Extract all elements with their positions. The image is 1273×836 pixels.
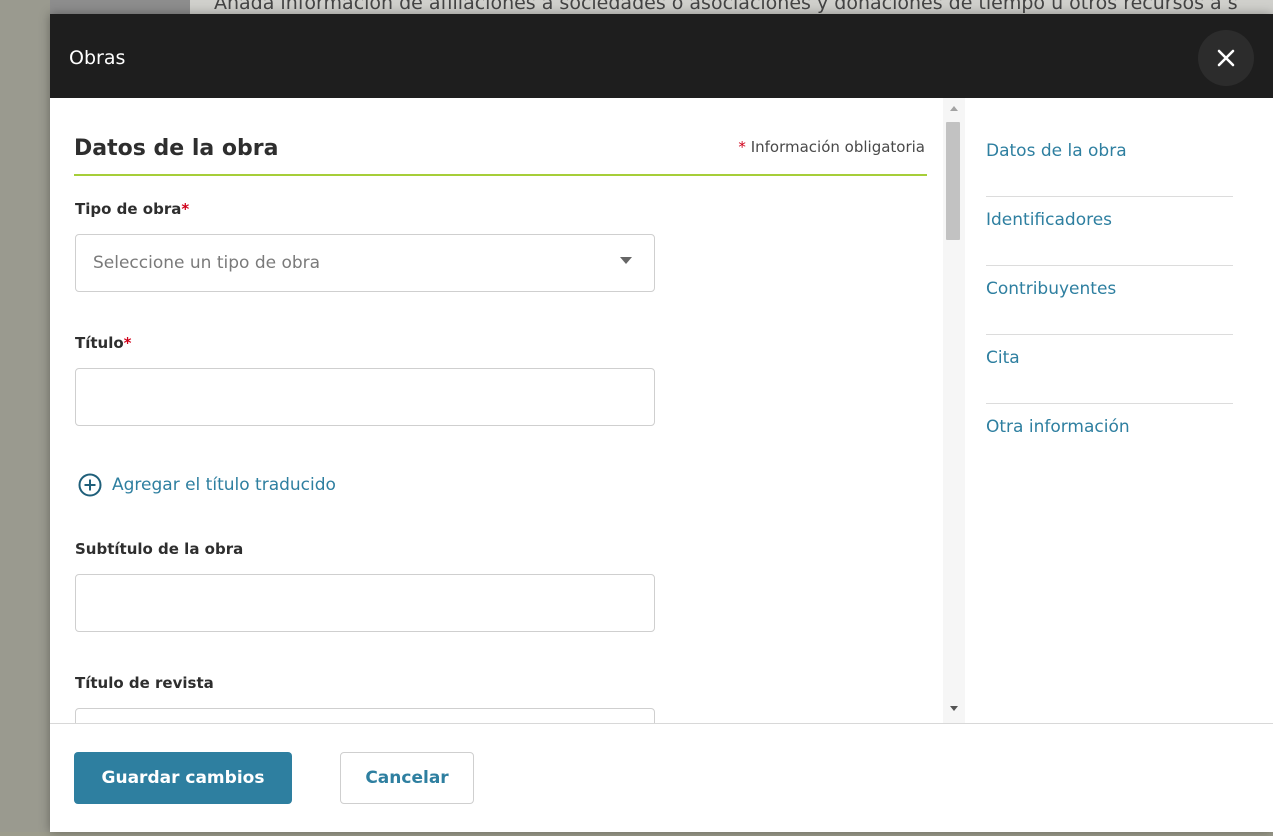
subtitle-label: Subtítulo de la obra xyxy=(75,540,244,558)
works-modal: Obras Datos de la obra * Información obl… xyxy=(50,14,1273,832)
cancel-button[interactable]: Cancelar xyxy=(340,752,474,804)
required-asterisk: * xyxy=(123,334,132,352)
title-input[interactable] xyxy=(75,368,655,426)
form-scrollbar[interactable] xyxy=(943,98,965,723)
title-label-text: Título xyxy=(75,334,124,352)
save-changes-button[interactable]: Guardar cambios xyxy=(74,752,292,804)
scroll-thumb[interactable] xyxy=(946,122,960,240)
caret-down-icon xyxy=(620,257,632,264)
scroll-up-arrow-icon[interactable] xyxy=(950,106,958,111)
subtitle-input[interactable] xyxy=(75,574,655,632)
modal-footer: Guardar cambios Cancelar xyxy=(50,723,1273,832)
scroll-down-arrow-icon[interactable] xyxy=(950,706,958,711)
section-title: Datos de la obra xyxy=(74,136,279,161)
background-page-text: Añada información de afiliaciones a soci… xyxy=(190,0,1273,14)
nav-item-cita[interactable]: Cita xyxy=(986,335,1233,404)
nav-item-otra-informacion[interactable]: Otra información xyxy=(986,404,1233,473)
journal-title-label: Título de revista xyxy=(75,674,214,692)
modal-title: Obras xyxy=(69,47,126,69)
journal-title-input[interactable] xyxy=(75,708,655,723)
section-nav: Datos de la obra Identificadores Contrib… xyxy=(986,128,1233,473)
work-type-select[interactable]: Seleccione un tipo de obra xyxy=(75,234,655,292)
section-header: Datos de la obra * Información obligator… xyxy=(74,128,927,176)
nav-item-identificadores[interactable]: Identificadores xyxy=(986,197,1233,266)
work-type-placeholder: Seleccione un tipo de obra xyxy=(93,253,321,273)
close-button[interactable] xyxy=(1198,30,1254,86)
add-translated-title-link[interactable]: Agregar el título traducido xyxy=(78,472,336,498)
required-asterisk: * xyxy=(181,200,190,218)
required-note-text: Información obligatoria xyxy=(750,138,925,156)
required-asterisk: * xyxy=(738,138,746,156)
nav-item-datos-obra[interactable]: Datos de la obra xyxy=(986,128,1233,197)
title-label: Título* xyxy=(75,334,132,352)
close-icon xyxy=(1217,49,1235,67)
plus-circle-icon xyxy=(78,473,102,497)
work-type-label-text: Tipo de obra xyxy=(75,200,182,218)
background-overlay xyxy=(0,0,50,836)
form-column[interactable]: Datos de la obra * Información obligator… xyxy=(50,98,943,723)
work-type-label: Tipo de obra* xyxy=(75,200,189,218)
add-translated-title-label: Agregar el título traducido xyxy=(112,475,336,495)
background-overlay-bottom xyxy=(0,832,1273,836)
nav-item-contribuyentes[interactable]: Contribuyentes xyxy=(986,266,1233,335)
modal-body: Datos de la obra * Información obligator… xyxy=(50,98,1273,723)
modal-header: Obras xyxy=(50,14,1273,98)
required-info-note: * Información obligatoria xyxy=(738,138,925,156)
